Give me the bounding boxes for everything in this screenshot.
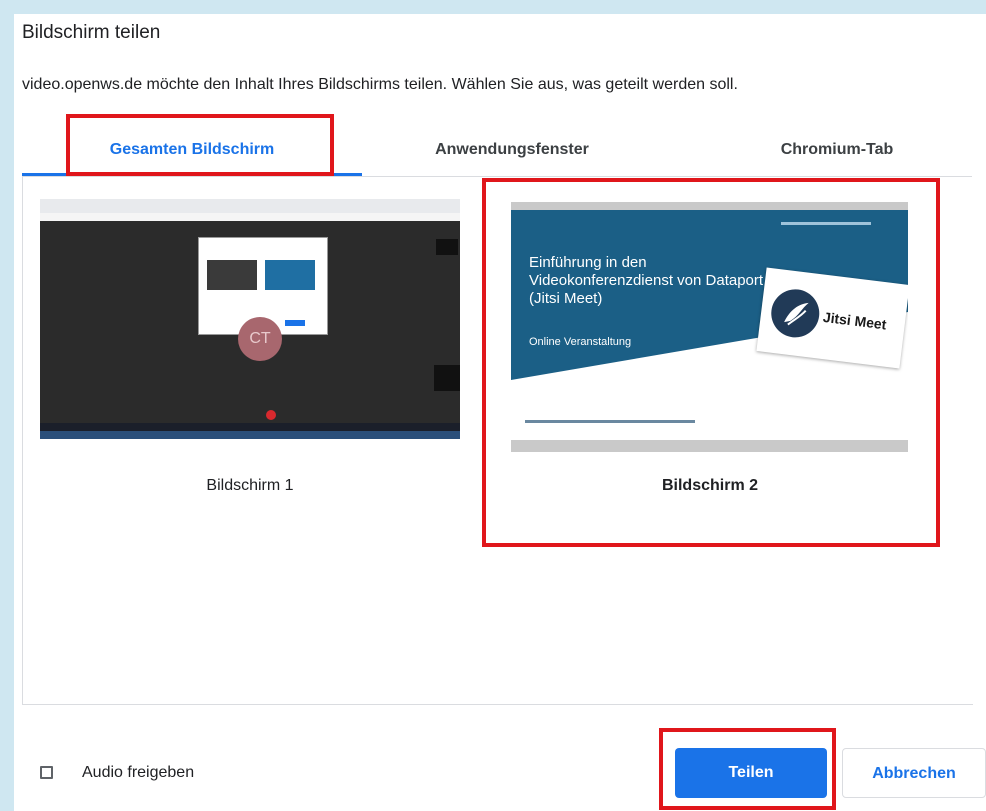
preview-slide: Einführung in den Videokonferenzdienst v… [511,210,908,440]
audio-label: Audio freigeben [82,764,195,781]
preview-browser-bar [40,199,460,213]
tab-bar: Gesamten Bildschirm Anwendungsfenster Ch… [22,120,972,177]
jitsi-logo-text: Jitsi Meet [822,308,888,333]
slide-footer-line [525,420,695,423]
preview-mini-screen-1 [207,260,257,290]
slide-headline: Einführung in den Videokonferenzdienst v… [529,254,764,307]
jitsi-logo-card: Jitsi Meet [756,267,908,369]
share-button[interactable]: Teilen [675,748,827,798]
tab-application-window[interactable]: Anwendungsfenster [362,120,662,176]
jitsi-logo-icon [768,286,823,341]
avatar: CT [238,317,282,361]
preview-thumbnail-top [436,239,458,255]
audio-checkbox[interactable] [40,766,53,779]
screen-1-preview[interactable]: CT [40,199,460,439]
preview-hangup-icon [266,410,276,420]
preview-bookmarks-bar [40,213,460,221]
slide-subline: Online Veranstaltung [529,336,632,348]
preview-mini-button [285,320,305,326]
slide-header-line [781,222,871,225]
preview-thumbnail-side [434,365,460,391]
dialog-subtitle: video.openws.de möchte den Inhalt Ihres … [22,76,738,93]
dialog-title: Bildschirm teilen [22,22,161,43]
tab-entire-screen[interactable]: Gesamten Bildschirm [22,120,362,176]
cancel-button[interactable]: Abbrechen [842,748,986,798]
screen-1-label: Bildschirm 1 [206,477,294,494]
screen-2-label: Bildschirm 2 [661,477,759,494]
screen-2-preview[interactable]: Einführung in den Videokonferenzdienst v… [511,202,908,452]
tab-chromium-tab[interactable]: Chromium-Tab [702,120,972,176]
preview-taskbar [40,431,460,439]
preview-mini-screen-2 [265,260,315,290]
